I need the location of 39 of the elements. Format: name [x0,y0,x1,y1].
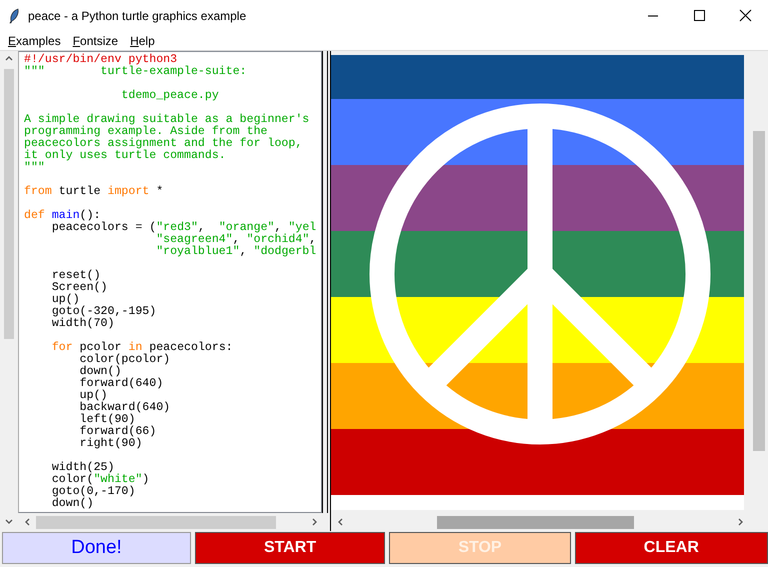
action-button[interactable]: START [194,532,386,564]
code-line: Screen() [50,282,108,294]
menu-item[interactable]: Examples [4,32,65,50]
code-line: peacecolors = ("red3", "orange", "yel [50,222,318,234]
code-line: right(90) [78,438,144,450]
code-line: """ turtle-example-suite: [24,66,248,78]
code-line: goto(0,-170) [50,486,136,498]
menu-item[interactable]: Help [126,32,159,50]
code-line: "royalblue1", "dodgerbl [155,246,318,258]
code-line: forward(640) [78,378,164,390]
code-line: tdemo_peace.py [120,90,220,102]
code-line: "seagreen4", "orchid4", [155,234,318,246]
code-line: peacecolors assignment and the for loop, [24,138,304,150]
code-line: width(25) [50,462,114,474]
code-line: color(pcolor) [78,354,172,366]
code-line: up() [50,294,80,306]
action-button[interactable]: CLEAR [574,532,768,564]
code-line: color("white") [50,474,150,486]
code-line: forward(66) [78,426,158,438]
code-line: from turtle import * [24,186,164,198]
code-line: reset() [50,270,101,282]
window-title: peace - a Python turtle graphics example [28,8,246,25]
code-line: backward(640) [78,402,172,414]
code-line: down() [50,498,95,510]
code-line: #!/usr/bin/env python3 [24,54,178,66]
code-line: """ [24,162,46,174]
code-line: A simple drawing suitable as a beginner's [24,114,310,126]
code-line: goto(-320,-195) [50,306,158,318]
code-line: width(70) [50,318,116,330]
status-label: Done! [2,532,191,564]
code-line: it only uses turtle commands. [24,150,227,162]
feather-icon [8,8,20,24]
code-line: programming example. Aside from the [24,126,269,138]
code-line: up() [78,390,108,402]
code-line: down() [78,366,122,378]
menu-item[interactable]: Fontsize [68,32,122,50]
code-line: def main(): [24,210,101,222]
code-line: for pcolor in peacecolors: [50,342,234,354]
code-line: left(90) [78,414,136,426]
